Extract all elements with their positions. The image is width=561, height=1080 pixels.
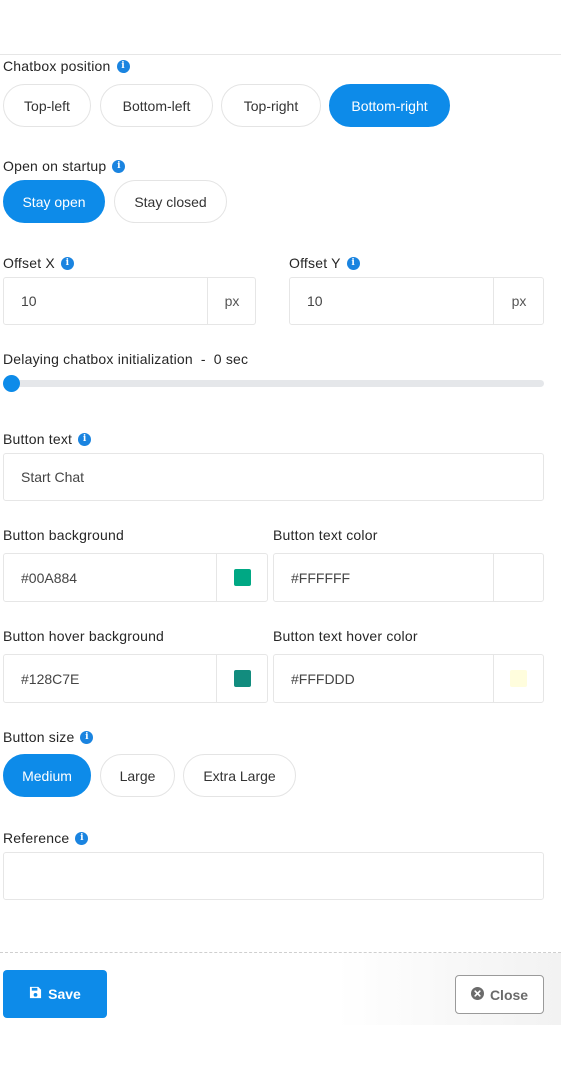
reference-label: Reference i (3, 830, 89, 846)
button-background-picker[interactable] (216, 554, 267, 601)
delay-slider-thumb[interactable] (3, 375, 20, 392)
button-hover-background-label: Button hover background (3, 628, 165, 644)
button-text-color-value[interactable]: #FFFFFF (291, 554, 350, 601)
offset-x-unit: px (207, 278, 256, 324)
size-option-extra-large[interactable]: Extra Large (183, 754, 296, 797)
info-icon[interactable]: i (75, 831, 89, 845)
button-hover-background-picker[interactable] (216, 655, 267, 702)
button-text-field[interactable]: Start Chat (3, 453, 544, 501)
chatbox-position-label: Chatbox position i (3, 58, 130, 74)
button-size-label: Button size i (3, 729, 94, 745)
delay-label: Delaying chatbox initialization - 0 sec (3, 351, 249, 367)
offset-y-label: Offset Y i (289, 255, 360, 271)
position-option-bottom-right[interactable]: Bottom-right (329, 84, 450, 127)
button-hover-background-value[interactable]: #128C7E (21, 655, 79, 702)
offset-y-unit: px (493, 278, 544, 324)
color-swatch[interactable] (510, 569, 527, 586)
floppy-disk-icon (29, 986, 42, 1002)
info-icon[interactable]: i (116, 59, 130, 73)
button-text-hover-color-field[interactable]: #FFFDDD (273, 654, 544, 703)
reference-field[interactable] (3, 852, 544, 900)
info-icon[interactable]: i (78, 432, 92, 446)
position-option-bottom-left[interactable]: Bottom-left (100, 84, 213, 127)
delay-value: 0 sec (213, 351, 249, 367)
position-option-top-left[interactable]: Top-left (3, 84, 91, 127)
position-option-top-right[interactable]: Top-right (221, 84, 321, 127)
info-icon[interactable]: i (60, 256, 74, 270)
button-text-value[interactable]: Start Chat (21, 454, 84, 500)
button-background-field[interactable]: #00A884 (3, 553, 268, 602)
button-text-hover-color-label: Button text hover color (273, 628, 418, 644)
offset-y-value[interactable]: 10 (307, 278, 323, 324)
close-circle-icon (470, 986, 484, 1003)
button-text-color-picker[interactable] (493, 554, 543, 601)
button-background-label: Button background (3, 527, 124, 543)
size-option-medium[interactable]: Medium (3, 754, 91, 797)
offset-x-value[interactable]: 10 (21, 278, 37, 324)
startup-option-stay-closed[interactable]: Stay closed (114, 180, 227, 223)
info-icon[interactable]: i (80, 730, 94, 744)
offset-y-field[interactable]: 10 px (289, 277, 544, 325)
delay-slider-track[interactable] (3, 380, 544, 387)
color-swatch[interactable] (233, 670, 251, 687)
offset-x-label: Offset X i (3, 255, 74, 271)
color-swatch[interactable] (510, 670, 527, 687)
offset-x-field[interactable]: 10 px (3, 277, 256, 325)
startup-option-stay-open[interactable]: Stay open (3, 180, 105, 223)
info-icon[interactable]: i (346, 256, 360, 270)
button-text-color-label: Button text color (273, 527, 378, 543)
size-option-large[interactable]: Large (100, 754, 175, 797)
button-background-value[interactable]: #00A884 (21, 554, 77, 601)
save-button[interactable]: Save (3, 970, 107, 1018)
color-swatch[interactable] (233, 569, 251, 586)
open-on-startup-label: Open on startup i (3, 158, 126, 174)
top-divider (0, 54, 561, 55)
close-button[interactable]: Close (455, 975, 544, 1014)
button-text-color-field[interactable]: #FFFFFF (273, 553, 544, 602)
button-text-hover-color-picker[interactable] (493, 655, 543, 702)
button-hover-background-field[interactable]: #128C7E (3, 654, 268, 703)
button-text-label: Button text i (3, 431, 92, 447)
info-icon[interactable]: i (112, 159, 126, 173)
button-text-hover-color-value[interactable]: #FFFDDD (291, 655, 355, 702)
